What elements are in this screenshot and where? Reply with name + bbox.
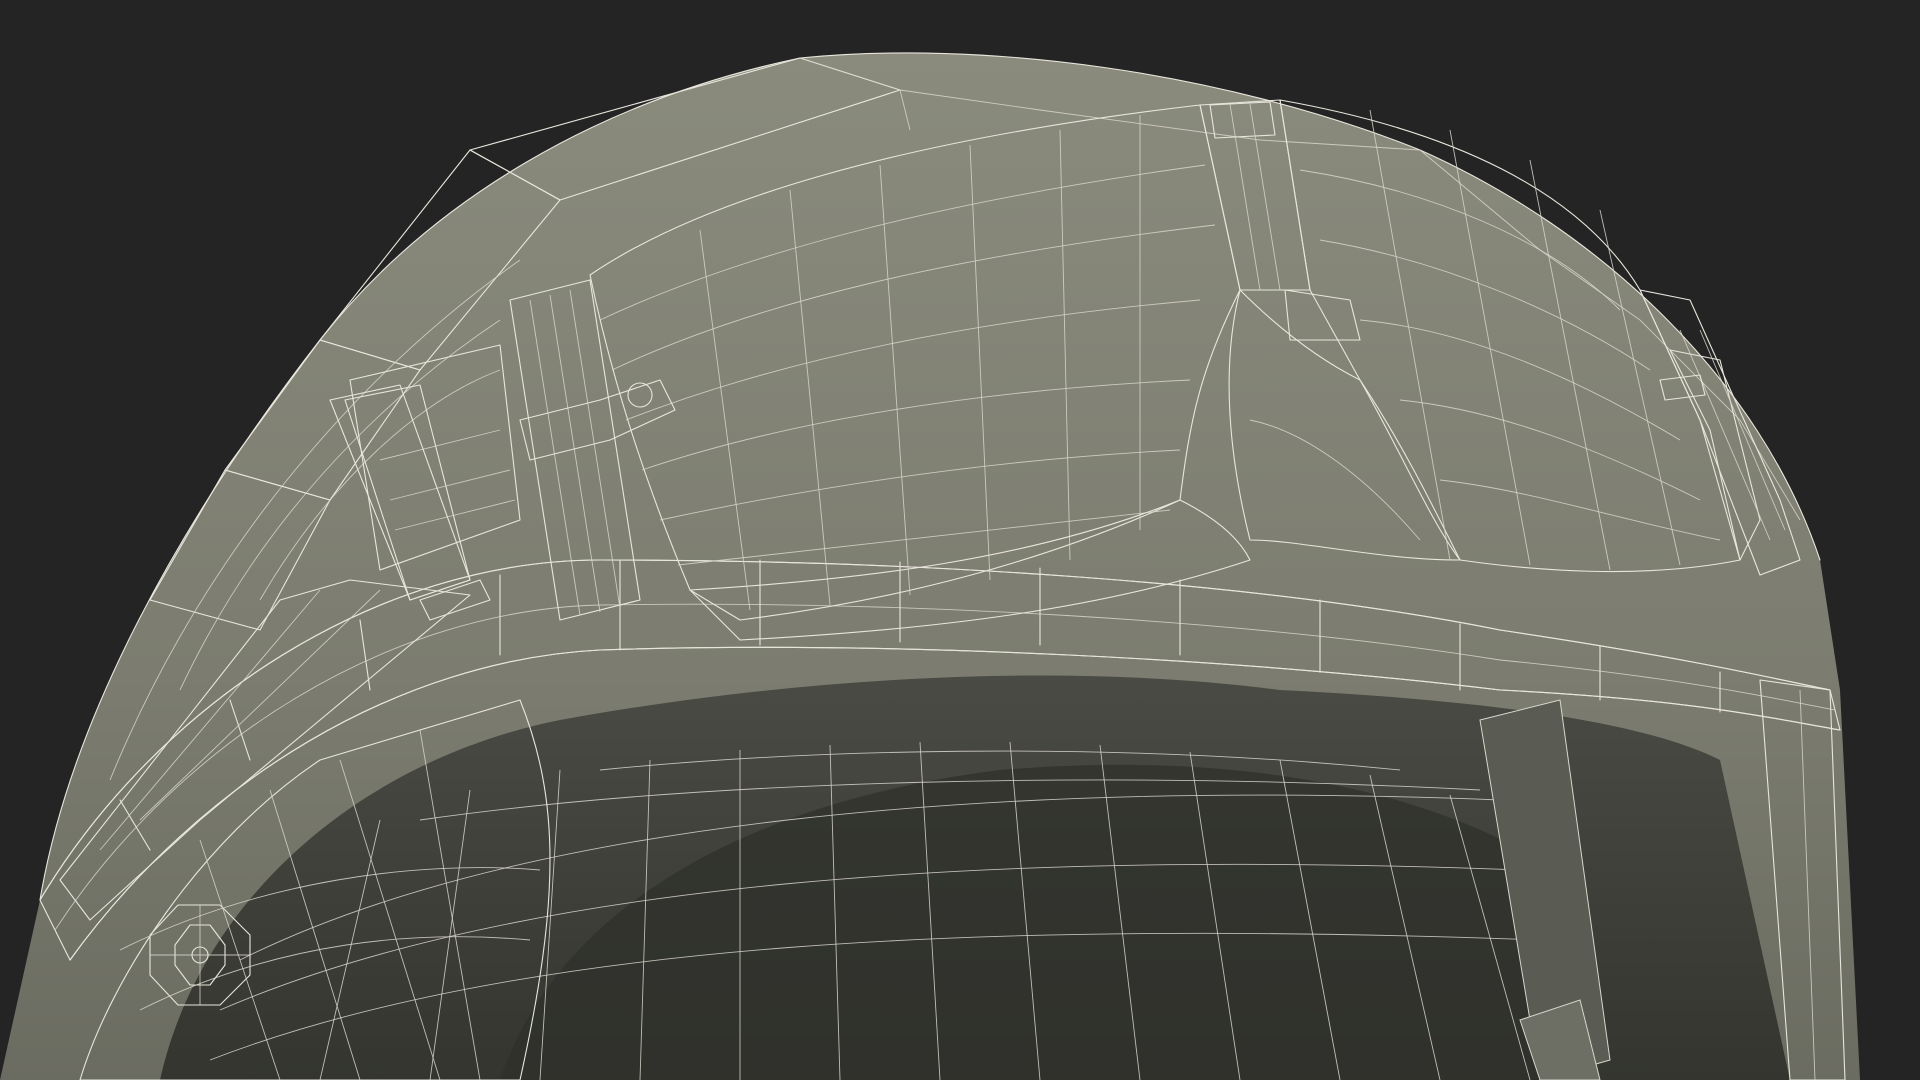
render-viewport: [0, 0, 1920, 1080]
helmet-render: [0, 52, 1860, 1080]
